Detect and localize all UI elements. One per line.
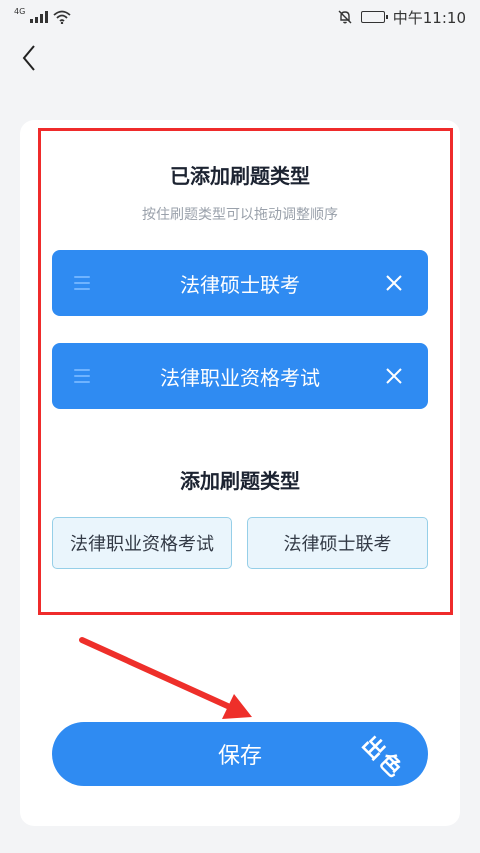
save-button-label: 保存	[217, 744, 262, 769]
